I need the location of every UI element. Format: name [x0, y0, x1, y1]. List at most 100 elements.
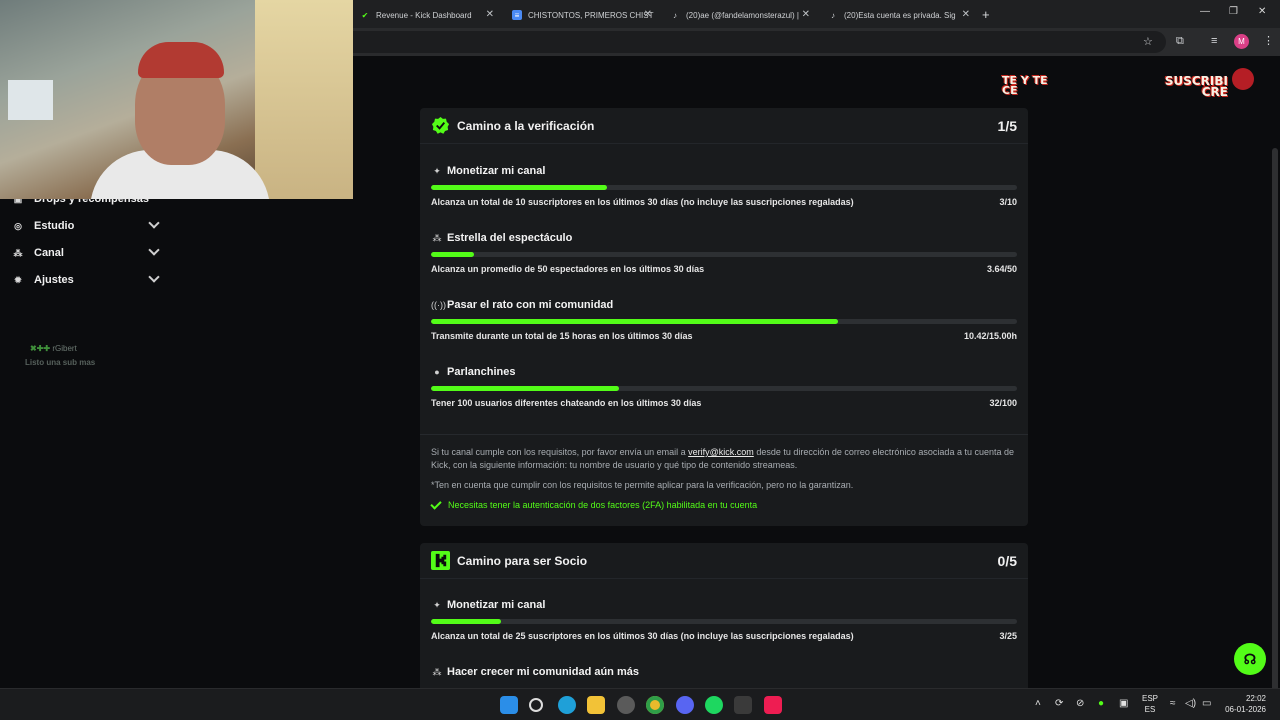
tab-label: CHISTONTOS, PRIMEROS CHIST	[528, 10, 654, 20]
kick-k-icon	[431, 551, 450, 570]
volume-icon[interactable]: ◁)	[1185, 698, 1196, 709]
requirement-value: 10.42/15.00h	[963, 331, 1017, 341]
alert-message: Listo una sub mas	[25, 358, 96, 367]
lang-code: ESP	[1142, 694, 1159, 703]
sidebar-item-canal[interactable]: ⁂ Canal	[12, 242, 160, 264]
partner-card-header: Camino para ser Socio 0/5	[420, 543, 1028, 579]
battery-icon[interactable]: ▭	[1202, 698, 1211, 709]
progress-bar	[431, 619, 1017, 624]
users-icon: ⁂	[432, 667, 442, 677]
sidebar-item-estudio[interactable]: ◎ Estudio	[12, 215, 160, 237]
search-icon[interactable]	[529, 698, 543, 712]
requirement-grow: ⁂ Hacer crecer mi comunidad aún más	[431, 666, 1017, 686]
chevron-up-icon[interactable]: ˄	[1035, 698, 1041, 709]
network-off-icon[interactable]: ⊘	[1076, 698, 1084, 709]
close-window-icon[interactable]: ✕	[1258, 6, 1266, 17]
requirement-title: Monetizar mi canal	[447, 165, 546, 177]
file-explorer-icon[interactable]	[587, 696, 605, 714]
close-icon[interactable]: ✕	[644, 9, 652, 20]
webcam-window	[8, 80, 53, 120]
obs-icon[interactable]	[617, 696, 635, 714]
menu-icon[interactable]: ⋮	[1263, 34, 1274, 47]
profile-avatar[interactable]: M	[1234, 34, 1249, 49]
twofa-requirement: Necesitas tener la autenticación de dos …	[430, 497, 758, 510]
edge-icon[interactable]	[558, 696, 576, 714]
channel-avatar	[1232, 68, 1254, 90]
support-chat-button[interactable]: ☊	[1234, 643, 1266, 675]
channel-icon: ⁂	[13, 247, 23, 258]
tab-revenue[interactable]: ✔ Revenue - Kick Dashboard ✕	[348, 4, 500, 26]
clock-date: 06-01-2026	[1225, 705, 1266, 714]
requirement-description: Transmite durante un total de 15 horas e…	[431, 331, 693, 341]
divider	[420, 434, 1028, 435]
webcam-wall	[255, 0, 353, 199]
requirement-title: Monetizar mi canal	[447, 599, 546, 611]
close-icon[interactable]: ✕	[962, 9, 970, 20]
microphone-icon[interactable]: ●	[1098, 698, 1104, 709]
broadcast-icon: ((·))	[431, 300, 446, 310]
tab-tiktok-1[interactable]: ♪ (20)ae (@fandelamonsterazul) | ✕	[658, 4, 816, 26]
tab-chistontos[interactable]: ≡ CHISTONTOS, PRIMEROS CHIST ✕	[500, 4, 658, 26]
new-tab-button[interactable]: +	[982, 7, 990, 22]
requirement-title: Pasar el rato con mi comunidad	[447, 299, 614, 311]
start-icon[interactable]	[500, 696, 518, 714]
tiktok-app-icon[interactable]	[764, 696, 782, 714]
alert-username: rGibert	[52, 344, 77, 353]
requirement-description: Alcanza un promedio de 50 espectadores e…	[431, 264, 705, 274]
gear-icon: ✹	[14, 274, 22, 285]
minimize-icon[interactable]: —	[1200, 6, 1210, 17]
bookmark-star-icon[interactable]: ☆	[1143, 35, 1153, 48]
media-control-icon[interactable]: ≡	[1211, 35, 1217, 47]
app-icon[interactable]	[734, 696, 752, 714]
system-clock[interactable]: 22:02 06-01-2026	[1225, 693, 1266, 715]
alert-overlay: ✖✚✚ rGibert	[30, 344, 77, 353]
sync-icon[interactable]: ⟳	[1055, 698, 1063, 709]
progress-fill	[431, 252, 474, 257]
requirement-value: 32/100	[989, 398, 1017, 408]
verified-badge-icon	[431, 116, 450, 134]
requirement-hangout: ((·)) Pasar el rato con mi comunidad Tra…	[431, 299, 1017, 349]
extensions-icon[interactable]: ⧉	[1176, 35, 1184, 48]
spotify-icon[interactable]	[705, 696, 723, 714]
sidebar-item-label: Estudio	[34, 220, 75, 232]
page-scrollbar[interactable]	[1272, 148, 1278, 708]
close-icon[interactable]: ✕	[802, 9, 810, 20]
requirement-monetize: ✦ Monetizar mi canal Alcanza un total de…	[431, 165, 1017, 215]
overlay-banner-left: TE Y TE CE	[1002, 74, 1048, 97]
tiktok-icon: ♪	[673, 10, 677, 20]
input-language[interactable]: ESP ES	[1142, 693, 1158, 715]
kick-logo-icon: ✖✚✚	[30, 344, 51, 353]
tiktok-icon: ♪	[831, 10, 835, 20]
verification-disclaimer: *Ten en cuenta que cumplir con los requi…	[431, 480, 854, 490]
discord-icon[interactable]	[676, 696, 694, 714]
restore-icon[interactable]: ❐	[1229, 6, 1238, 17]
overlay-banner-right: SUSCRIBI CRE	[1164, 76, 1228, 98]
chevron-down-icon	[148, 217, 160, 229]
webcam-person-cap	[138, 42, 224, 78]
twofa-text: Necesitas tener la autenticación de dos …	[448, 500, 758, 510]
verify-email-link[interactable]: verify@kick.com	[688, 447, 754, 457]
requirement-description: Alcanza un total de 10 suscriptores en l…	[431, 197, 854, 207]
app-tray-icon[interactable]: ▣	[1119, 698, 1128, 709]
chat-icon: ●	[434, 367, 440, 377]
info-text: Si tu canal cumple con los requisitos, p…	[431, 447, 686, 457]
progress-fill	[431, 185, 607, 190]
progress-bar	[431, 319, 1017, 324]
check-icon	[430, 497, 442, 510]
docs-icon: ≡	[512, 10, 522, 20]
requirement-monetize-partner: ✦ Monetizar mi canal Alcanza un total de…	[431, 599, 1017, 649]
requirement-title: Estrella del espectáculo	[447, 232, 573, 244]
requirement-description: Tener 100 usuarios diferentes chateando …	[431, 398, 702, 408]
wifi-icon[interactable]: ≈	[1170, 698, 1176, 709]
chrome-icon[interactable]	[646, 696, 664, 714]
verification-card-header: Camino a la verificación 1/5	[420, 108, 1028, 144]
sparkle-icon: ✦	[433, 166, 441, 176]
verification-info: Si tu canal cumple con los requisitos, p…	[431, 446, 1021, 472]
headset-icon: ☊	[1243, 650, 1257, 667]
verification-title: Camino a la verificación	[457, 119, 595, 133]
tab-tiktok-2[interactable]: ♪ (20)Esta cuenta es privada. Sig ✕	[816, 4, 976, 26]
sidebar-item-ajustes[interactable]: ✹ Ajustes	[12, 269, 160, 291]
sparkle-icon: ✦	[433, 600, 441, 610]
progress-bar	[431, 386, 1017, 391]
close-icon[interactable]: ✕	[486, 9, 494, 20]
